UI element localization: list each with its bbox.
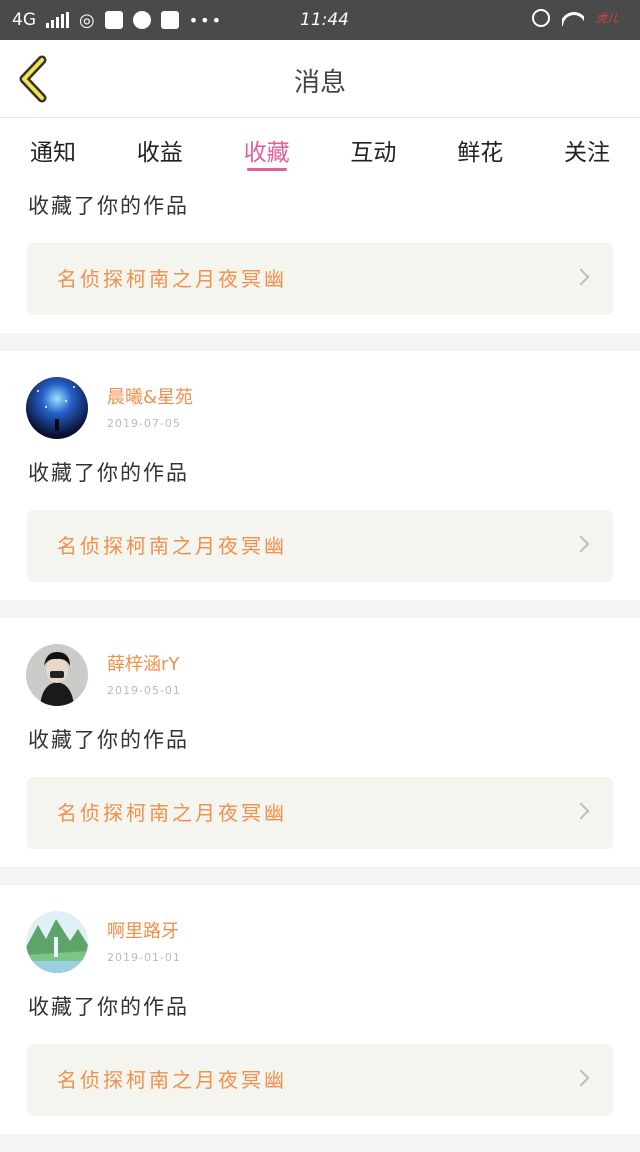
list-item: 啊里路牙 2019-01-01 收藏了你的作品 名侦探柯南之月夜冥幽 — [0, 885, 640, 1134]
user-name[interactable]: 晨曦&星苑 — [107, 383, 193, 409]
list-item: 收藏了你的作品 名侦探柯南之月夜冥幽 — [0, 180, 640, 333]
work-title: 名侦探柯南之月夜冥幽 — [57, 801, 287, 825]
user-name[interactable]: 啊里路牙 — [107, 917, 179, 943]
avatar[interactable] — [26, 377, 88, 439]
work-title: 名侦探柯南之月夜冥幽 — [57, 1068, 287, 1092]
mail-icon — [104, 11, 123, 29]
work-link[interactable]: 名侦探柯南之月夜冥幽 — [27, 510, 613, 582]
work-link[interactable]: 名侦探柯南之月夜冥幽 — [27, 777, 613, 849]
message-list: 收藏了你的作品 名侦探柯南之月夜冥幽 晨曦&星苑 2019-07-05 收藏了你… — [0, 180, 640, 1152]
work-link[interactable]: 名侦探柯南之月夜冥幽 — [27, 243, 613, 315]
wifi-icon — [562, 10, 584, 26]
signal-icon — [46, 12, 69, 28]
tab-interaction[interactable]: 互动 — [348, 118, 398, 180]
galaxy-avatar-image — [26, 377, 88, 439]
action-text: 收藏了你的作品 — [28, 461, 189, 485]
chevron-right-icon — [572, 268, 590, 286]
work-link[interactable]: 名侦探柯南之月夜冥幽 — [27, 1044, 613, 1116]
carrier-badge: 虎儿 — [596, 12, 618, 25]
avatar[interactable] — [26, 644, 88, 706]
action-text: 收藏了你的作品 — [28, 995, 189, 1019]
user-info[interactable]: 啊里路牙 2019-01-01 — [0, 885, 640, 985]
user-info[interactable]: 薛梓涵rY 2019-05-01 — [0, 618, 640, 718]
tab-flowers[interactable]: 鲜花 — [455, 118, 505, 180]
landscape-avatar-image — [26, 911, 88, 973]
portrait-avatar-image — [26, 644, 88, 706]
app-header: 消息 — [0, 40, 640, 118]
work-title: 名侦探柯南之月夜冥幽 — [57, 534, 287, 558]
alarm-icon — [532, 9, 550, 27]
chevron-right-icon — [572, 802, 590, 820]
user-info[interactable]: 晨曦&星苑 2019-07-05 — [0, 351, 640, 451]
more-notifications-icon: ••• — [188, 10, 224, 30]
tab-notify[interactable]: 通知 — [28, 118, 78, 180]
post-date: 2019-01-01 — [107, 951, 181, 964]
network-label: 4G — [12, 10, 36, 30]
post-date: 2019-05-01 — [107, 684, 181, 697]
work-title: 名侦探柯南之月夜冥幽 — [57, 267, 287, 291]
tab-favorites[interactable]: 收藏 — [242, 118, 292, 180]
tab-bar: 通知 收益 收藏 互动 鲜花 关注 — [0, 118, 640, 180]
page-title: 消息 — [293, 68, 346, 98]
user-name[interactable]: 薛梓涵rY — [107, 650, 179, 676]
chevron-right-icon — [572, 1069, 590, 1087]
action-text: 收藏了你的作品 — [28, 194, 189, 218]
tab-earnings[interactable]: 收益 — [135, 118, 185, 180]
clock: 11:44 — [300, 10, 349, 30]
status-bar: 4G ◎ ••• 11:44 虎儿 — [0, 0, 640, 40]
globe-icon — [132, 11, 151, 29]
avatar[interactable] — [26, 911, 88, 973]
action-text: 收藏了你的作品 — [28, 728, 189, 752]
bag-icon — [160, 11, 179, 29]
chevron-right-icon — [572, 535, 590, 553]
post-date: 2019-07-05 — [107, 417, 181, 430]
tab-follow[interactable]: 关注 — [562, 118, 612, 180]
weibo-icon: ◎ — [79, 9, 95, 31]
list-item: 薛梓涵rY 2019-05-01 收藏了你的作品 名侦探柯南之月夜冥幽 — [0, 618, 640, 867]
list-item: 晨曦&星苑 2019-07-05 收藏了你的作品 名侦探柯南之月夜冥幽 — [0, 351, 640, 600]
